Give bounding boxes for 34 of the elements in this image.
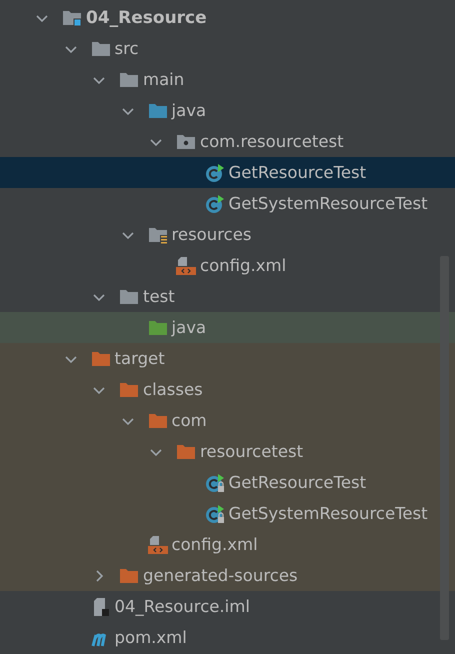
- tree-item-label[interactable]: resourcetest: [200, 442, 304, 461]
- folder-icon: [119, 70, 139, 88]
- package-icon: [176, 132, 196, 150]
- tree-item-label[interactable]: GetResourceTest: [228, 163, 366, 182]
- tree-item-label[interactable]: target: [114, 349, 165, 368]
- xml-file-icon: [176, 256, 196, 274]
- folder-icon: [90, 40, 110, 58]
- tree-item-label[interactable]: config.xml: [200, 256, 286, 275]
- tree-item-label[interactable]: src: [114, 39, 139, 58]
- tree-item-label[interactable]: GetResourceTest: [228, 473, 366, 492]
- module-icon: [62, 8, 82, 26]
- tree-item-label[interactable]: main: [143, 70, 184, 89]
- tree-item-label[interactable]: config.xml: [172, 535, 258, 554]
- folder-icon: [148, 318, 168, 336]
- folder-icon: [119, 566, 139, 584]
- folder-icon: [119, 288, 139, 306]
- tree-item-label[interactable]: classes: [143, 380, 203, 399]
- folder-icon: [90, 350, 110, 368]
- folder-icon: [148, 412, 168, 430]
- folder-icon: [176, 442, 196, 460]
- tree-item-label[interactable]: pom.xml: [114, 628, 187, 647]
- folder-icon: [148, 226, 168, 244]
- tree-item-label[interactable]: com.resourcetest: [200, 132, 344, 151]
- tree-item-label[interactable]: 04_Resource: [86, 8, 207, 28]
- tree-item-label[interactable]: test: [143, 287, 175, 306]
- tree-item-label[interactable]: com: [172, 411, 207, 430]
- tree-item-label[interactable]: java: [172, 101, 206, 120]
- xml-file-icon: [148, 536, 168, 554]
- tree-item-label[interactable]: resources: [172, 225, 252, 244]
- tree-item-label[interactable]: java: [172, 318, 206, 337]
- tree-item-label[interactable]: 04_Resource.iml: [114, 597, 250, 616]
- folder-icon: [148, 102, 168, 120]
- tree-item-label[interactable]: GetSystemResourceTest: [228, 194, 428, 213]
- folder-icon: [119, 380, 139, 398]
